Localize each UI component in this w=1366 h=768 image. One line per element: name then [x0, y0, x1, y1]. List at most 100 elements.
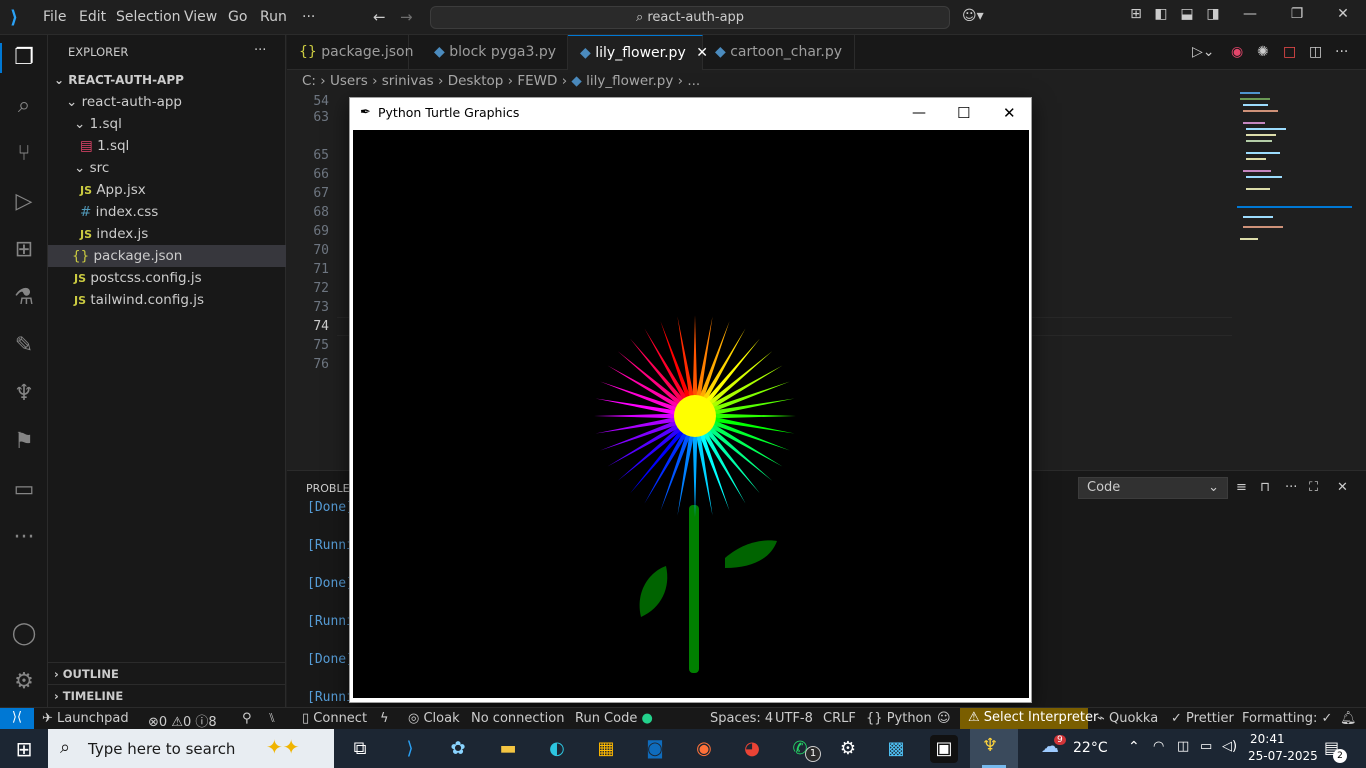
copilot-icon[interactable]: ☺ — [937, 711, 951, 726]
tab-lily-flower[interactable]: ◆ lily_flower.py ✕ — [568, 35, 708, 70]
run-debug-icon[interactable]: ▷ — [10, 188, 38, 216]
terminal-app-icon[interactable]: ▣ — [930, 735, 958, 763]
tree-file[interactable]: JS App.jsx — [48, 179, 286, 201]
menu-run[interactable]: Run — [260, 9, 287, 25]
quokka-icon[interactable]: ◉ — [1231, 44, 1243, 60]
notifications-bell-icon[interactable]: 🔔︎ — [1340, 711, 1357, 726]
wifi-icon[interactable]: ◠ — [1153, 739, 1164, 754]
chevron-up-icon[interactable]: ⌃ — [1128, 739, 1140, 755]
problems-counter[interactable]: ⊗0 ⚠0 ⓘ8 — [148, 711, 217, 730]
outline-section[interactable]: › OUTLINE — [48, 662, 286, 684]
extensions-icon[interactable]: ⊞ — [10, 236, 38, 264]
maximize-icon[interactable]: ☐ — [957, 98, 970, 128]
connect-item[interactable]: ▯ Connect — [302, 711, 367, 726]
tree-folder[interactable]: ⌄ react-auth-app — [48, 91, 286, 113]
tab-package-json[interactable]: {} package.json — [287, 35, 413, 70]
photos-icon[interactable]: ▩ — [882, 735, 910, 763]
layout-customize-icon[interactable]: ⊞ — [1126, 6, 1146, 28]
encoding[interactable]: UTF-8 — [775, 711, 813, 726]
source-control-icon[interactable]: ⑂ — [10, 140, 38, 168]
tree-file[interactable]: {} package.json — [48, 245, 286, 267]
tree-folder[interactable]: ⌄ 1.sql — [48, 113, 286, 135]
close-icon[interactable]: ✕ — [1333, 6, 1353, 28]
lock-icon[interactable]: ⊓ — [1260, 480, 1270, 495]
file-explorer-icon[interactable]: ▬ — [494, 735, 522, 763]
restore-icon[interactable]: ❐ — [1287, 6, 1307, 28]
turtle-title-bar[interactable]: ✒ Python Turtle Graphics — ☐ ✕ — [350, 98, 1031, 128]
launchpad-item[interactable]: ✈ Launchpad — [42, 711, 129, 726]
language-mode[interactable]: {} Python — [866, 711, 932, 726]
windows-start-icon[interactable]: ⊞ — [10, 735, 38, 763]
tree-file[interactable]: JS tailwind.config.js — [48, 289, 286, 311]
workspace-root[interactable]: ⌄ REACT-AUTH-APP — [48, 69, 286, 91]
tree-file[interactable]: # index.css — [48, 201, 286, 223]
clock-date[interactable]: 25-07-2025 — [1248, 749, 1318, 763]
command-center[interactable]: ⌕ react-auth-app — [430, 6, 950, 29]
store-icon[interactable]: ▦ — [592, 735, 620, 763]
menu-more[interactable]: ··· — [302, 9, 315, 25]
copilot-icon[interactable]: ☺▾ — [962, 8, 984, 24]
explorer-icon[interactable]: ❐ — [10, 44, 38, 72]
cloak-item[interactable]: ◎ Cloak — [408, 711, 460, 726]
breadcrumb-item[interactable]: FEWD — [517, 73, 557, 89]
tab-block-pyga3[interactable]: ◆ block pyga3.py — [422, 35, 568, 70]
menu-file[interactable]: File — [43, 9, 66, 25]
testing-icon[interactable]: ⚗ — [10, 284, 38, 312]
minimize-icon[interactable]: — — [1240, 6, 1260, 28]
vscode-taskbar-icon[interactable]: ⟩ — [396, 735, 424, 763]
account-icon[interactable]: ◯ — [10, 620, 38, 648]
chatgpt-icon[interactable]: ✺ — [1257, 44, 1269, 60]
clock-time[interactable]: 20:41 — [1250, 732, 1285, 746]
menu-go[interactable]: Go — [228, 9, 247, 25]
menu-view[interactable]: View — [184, 9, 217, 25]
filter-lines-icon[interactable]: ≡ — [1236, 480, 1247, 495]
live-share-icon[interactable]: ⑊ — [268, 711, 276, 726]
bookmark-icon[interactable]: ⚑ — [10, 428, 38, 456]
split-editor-icon[interactable]: ◫ — [1309, 44, 1322, 60]
volume-icon[interactable]: ◁) — [1222, 739, 1237, 754]
more-icon[interactable]: ··· — [1285, 480, 1297, 495]
stop-icon[interactable]: □ — [1283, 44, 1296, 60]
close-icon[interactable]: ✕ — [1003, 98, 1016, 128]
search-icon[interactable]: ⌕ — [10, 92, 38, 120]
forward-arrow-icon[interactable]: → — [400, 8, 413, 26]
close-panel-icon[interactable]: ✕ — [1337, 480, 1348, 495]
select-interpreter[interactable]: ⚠ Select Interpreter — [960, 708, 1098, 730]
run-code-item[interactable]: Run Code ● — [575, 711, 653, 726]
copilot-taskbar-icon[interactable]: ✿ — [444, 735, 472, 763]
prettier-item[interactable]: ✓ Prettier — [1171, 711, 1234, 726]
taskbar-search[interactable]: ⌕ Type here to search ✦✦ — [48, 729, 334, 768]
tree-file[interactable]: ▤ 1.sql — [48, 135, 286, 157]
toggle-panel-icon[interactable]: ⬓ — [1177, 6, 1197, 28]
run-python-icon[interactable]: ▷⌄ — [1192, 44, 1215, 60]
more-icon[interactable]: ··· — [10, 524, 38, 552]
task-view-icon[interactable]: ⧉ — [346, 735, 374, 763]
timeline-section[interactable]: › TIMELINE — [48, 684, 286, 706]
manage-gear-icon[interactable]: ⚙ — [10, 668, 38, 696]
python-icon[interactable]: ♆ — [10, 380, 38, 408]
breadcrumb-item[interactable]: srinivas — [382, 73, 434, 89]
tab-cartoon-char[interactable]: ◆ cartoon_char.py — [703, 35, 855, 70]
output-channel-select[interactable]: Code ⌄ — [1078, 477, 1228, 499]
breadcrumb-item[interactable]: Desktop — [448, 73, 504, 89]
tree-folder[interactable]: ⌄ src — [48, 157, 286, 179]
explorer-more-icon[interactable]: ··· — [254, 43, 266, 58]
toggle-secondary-sidebar-icon[interactable]: ◨ — [1203, 6, 1223, 28]
debug-icon[interactable]: ⚲ — [242, 711, 252, 726]
folder-icon[interactable]: ▭ — [10, 476, 38, 504]
breadcrumb-item[interactable]: lily_flower.py — [586, 73, 673, 89]
brush-icon[interactable]: ✎ — [10, 332, 38, 360]
tree-file[interactable]: JS postcss.config.js — [48, 267, 286, 289]
end-of-line[interactable]: CRLF — [823, 711, 856, 726]
camera-icon[interactable]: ◫ — [1177, 739, 1189, 754]
menu-edit[interactable]: Edit — [79, 9, 106, 25]
minimize-icon[interactable]: — — [912, 98, 926, 128]
toggle-sidebar-icon[interactable]: ◧ — [1151, 6, 1171, 28]
menu-selection[interactable]: Selection — [116, 9, 181, 25]
remote-indicator[interactable]: ⟩⟨ — [0, 708, 34, 730]
breadcrumb-item[interactable]: ... — [687, 73, 700, 89]
bolt-icon[interactable]: ϟ — [380, 711, 389, 726]
breadcrumb-item[interactable]: C: — [302, 73, 316, 89]
settings-gear-icon[interactable]: ⚙ — [834, 735, 862, 763]
minimap[interactable] — [1237, 92, 1352, 252]
